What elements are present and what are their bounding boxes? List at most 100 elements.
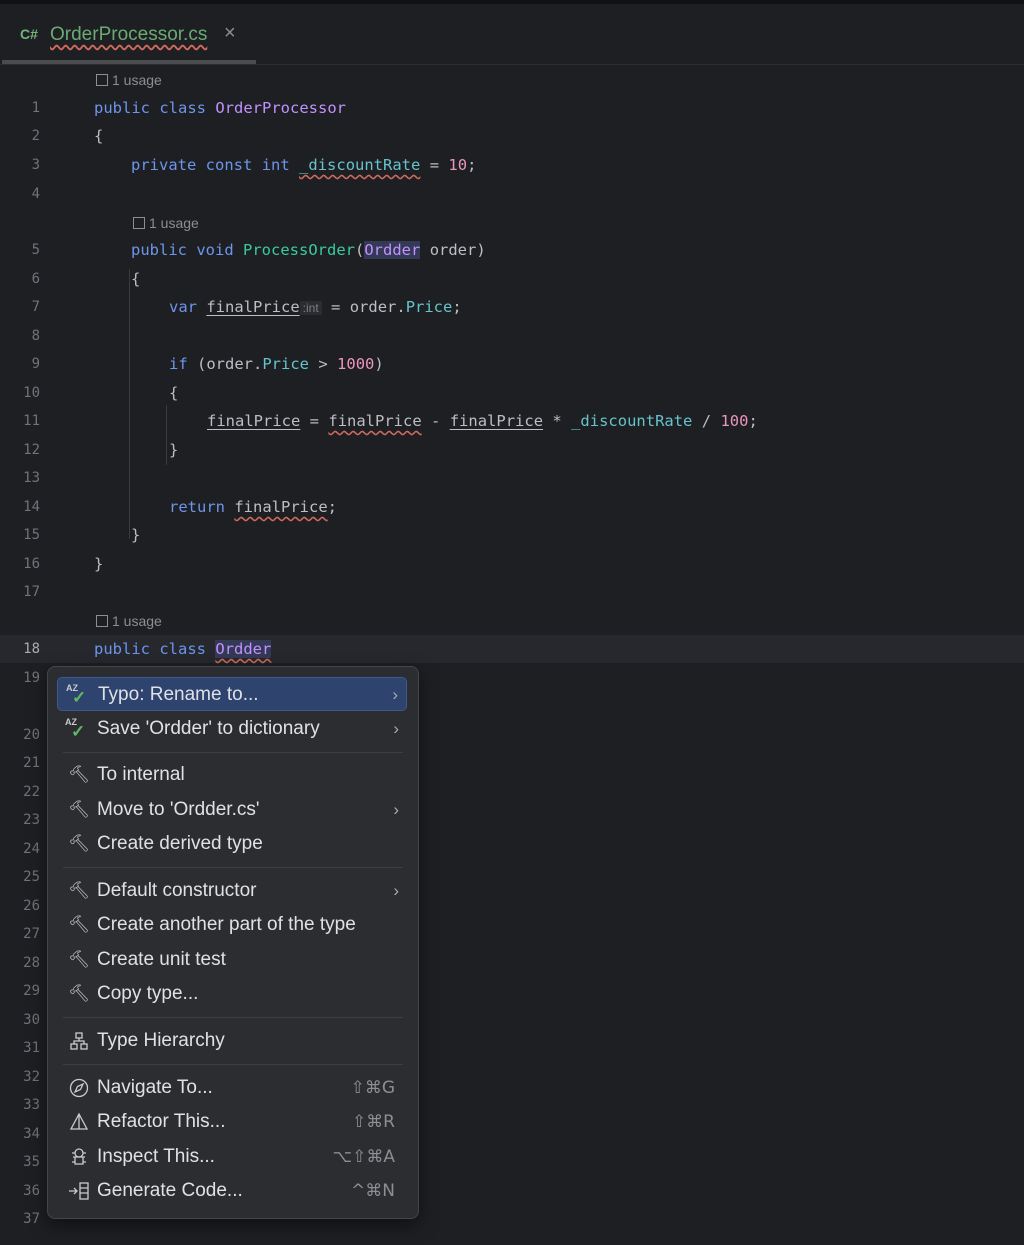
- chevron-right-icon: ›: [393, 800, 399, 819]
- code-line: 2 {: [0, 122, 1024, 150]
- line-number: 14: [23, 499, 40, 515]
- usage-icon: [133, 217, 145, 229]
- menu-item-save-to-dictionary[interactable]: AZ ✓ Save 'Ordder' to dictionary ›: [57, 712, 407, 746]
- code-line: 16 }: [0, 550, 1024, 578]
- line-number: 11: [23, 413, 40, 429]
- chevron-right-icon: ›: [393, 719, 399, 738]
- shortcut-hint: ⌥⇧⌘A: [332, 1147, 395, 1167]
- line-number: 27: [23, 926, 40, 942]
- usage-hint[interactable]: 1 usage: [96, 608, 162, 634]
- menu-item-type-hierarchy[interactable]: Type Hierarchy: [57, 1024, 407, 1058]
- menu-separator: [63, 1017, 403, 1018]
- line-number: 30: [23, 1012, 40, 1028]
- refactor-icon: [67, 1111, 91, 1133]
- line-number: 37: [23, 1211, 40, 1227]
- menu-item-copy-type[interactable]: 🔨︎ Copy type...: [57, 977, 407, 1011]
- menu-item-typo-rename[interactable]: AZ ✓ Typo: Rename to... ›: [57, 677, 407, 711]
- hammer-icon: 🔨︎: [68, 834, 90, 854]
- line-number: 25: [23, 869, 40, 885]
- code-line: 10 {: [0, 379, 1024, 407]
- line-number: 15: [23, 527, 40, 543]
- close-tab-icon[interactable]: ×: [224, 22, 236, 45]
- shortcut-hint: ⇧⌘G: [350, 1078, 395, 1098]
- code-line: 17: [0, 578, 1024, 606]
- line-number: 33: [23, 1097, 40, 1113]
- spellcheck-icon: AZ ✓: [65, 717, 86, 741]
- code-line: 15 }: [0, 521, 1024, 549]
- hierarchy-icon: [67, 1030, 91, 1052]
- code-line: 5 public void ProcessOrder(Ordder order): [0, 236, 1024, 264]
- line-number: 29: [23, 983, 40, 999]
- line-number: 12: [23, 442, 40, 458]
- line-number: 21: [23, 755, 40, 771]
- code-line: 13: [0, 464, 1024, 492]
- line-number: 1: [31, 100, 40, 116]
- line-number: 19: [23, 670, 40, 686]
- hammer-icon: 🔨︎: [68, 800, 90, 820]
- code-line: 14 return finalPrice;: [0, 493, 1024, 521]
- menu-item-move-to-file[interactable]: 🔨︎ Move to 'Ordder.cs' ›: [57, 793, 407, 827]
- menu-item-default-constructor[interactable]: 🔨︎ Default constructor ›: [57, 874, 407, 908]
- current-code-line: 18 public class Ordder: [0, 635, 1024, 663]
- line-number: 5: [31, 242, 40, 258]
- tab-filename[interactable]: OrderProcessor.cs: [50, 24, 207, 46]
- menu-item-navigate-to[interactable]: Navigate To... ⇧⌘G: [57, 1071, 407, 1105]
- menu-item-create-unit-test[interactable]: 🔨︎ Create unit test: [57, 943, 407, 977]
- menu-item-refactor-this[interactable]: Refactor This... ⇧⌘R: [57, 1105, 407, 1139]
- usage-hint[interactable]: 1 usage: [133, 210, 199, 236]
- line-number: 24: [23, 841, 40, 857]
- hammer-icon: 🔨︎: [68, 984, 90, 1004]
- line-number: 22: [23, 784, 40, 800]
- code-line: 1 public class OrderProcessor: [0, 94, 1024, 122]
- hammer-icon: 🔨︎: [68, 765, 90, 785]
- code-line: 9 if (order.Price > 1000): [0, 350, 1024, 378]
- line-number: 8: [31, 328, 40, 344]
- chevron-right-icon: ›: [392, 685, 398, 704]
- menu-separator: [63, 1064, 403, 1065]
- compass-icon: [67, 1077, 91, 1099]
- line-number: 32: [23, 1069, 40, 1085]
- line-number: 34: [23, 1126, 40, 1142]
- usage-icon: [96, 74, 108, 86]
- inspect-icon: [67, 1146, 91, 1168]
- line-number: 16: [23, 556, 40, 572]
- hammer-icon: 🔨︎: [68, 915, 90, 935]
- chevron-right-icon: ›: [393, 881, 399, 900]
- line-number: 36: [23, 1183, 40, 1199]
- menu-separator: [63, 752, 403, 753]
- code-line: 11 finalPrice = finalPrice - finalPrice …: [0, 407, 1024, 435]
- line-number: 4: [31, 186, 40, 202]
- code-line: 4: [0, 180, 1024, 208]
- usage-hint[interactable]: 1 usage: [96, 67, 162, 93]
- line-number: 9: [31, 356, 40, 372]
- misspelled-class-name: Ordder: [215, 640, 272, 658]
- hammer-icon: 🔨︎: [68, 881, 90, 901]
- spellcheck-icon: AZ ✓: [66, 683, 87, 707]
- csharp-file-icon: C#: [20, 26, 38, 42]
- menu-item-create-another-part[interactable]: 🔨︎ Create another part of the type: [57, 908, 407, 942]
- line-number: 26: [23, 898, 40, 914]
- menu-separator: [63, 867, 403, 868]
- context-actions-popup: AZ ✓ Typo: Rename to... › AZ ✓ Save 'Ordde…: [47, 666, 419, 1219]
- line-number: 17: [23, 584, 40, 600]
- editor-tab-bar: C# OrderProcessor.cs ×: [0, 4, 1024, 65]
- shortcut-hint: ^⌘N: [351, 1181, 395, 1201]
- shortcut-hint: ⇧⌘R: [351, 1112, 395, 1132]
- code-line: 6 {: [0, 265, 1024, 293]
- active-tab-indicator: [2, 60, 256, 64]
- line-number: 35: [23, 1154, 40, 1170]
- menu-item-generate-code[interactable]: Generate Code... ^⌘N: [57, 1174, 407, 1208]
- usage-icon: [96, 615, 108, 627]
- code-line: 8: [0, 322, 1024, 350]
- tab-orderprocessor[interactable]: C# OrderProcessor.cs ×: [2, 4, 256, 64]
- menu-item-create-derived-type[interactable]: 🔨︎ Create derived type: [57, 827, 407, 861]
- line-number: 28: [23, 955, 40, 971]
- generate-icon: [67, 1180, 91, 1202]
- line-number: 10: [23, 385, 40, 401]
- hammer-icon: 🔨︎: [68, 950, 90, 970]
- menu-item-to-internal[interactable]: 🔨︎ To internal: [57, 758, 407, 792]
- code-line: 7 var finalPrice:int = order.Price;: [0, 293, 1024, 321]
- line-number: 18: [23, 641, 40, 657]
- menu-item-inspect-this[interactable]: Inspect This... ⌥⇧⌘A: [57, 1140, 407, 1174]
- code-line: 3 private const int _discountRate = 10;: [0, 151, 1024, 179]
